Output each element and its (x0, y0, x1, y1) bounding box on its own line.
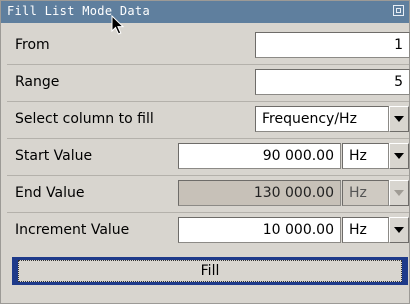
range-row: Range 5 (7, 64, 410, 102)
start-value-input[interactable]: 90 000.00 (178, 143, 341, 169)
increment-unit-select[interactable]: Hz (342, 217, 389, 243)
end-unit-value: Hz (349, 185, 367, 201)
end-label: End Value (15, 185, 85, 201)
mouse-cursor-icon (111, 15, 125, 35)
column-dropdown-arrow-icon[interactable] (389, 106, 409, 132)
form-panel: From 1 Range 5 Select column to fill Fre… (7, 27, 410, 251)
window-restore-icon[interactable] (393, 5, 404, 16)
column-select-value: Frequency/Hz (262, 111, 357, 127)
end-unit-dropdown-arrow-icon (389, 180, 409, 206)
start-unit-dropdown-arrow-icon[interactable] (389, 143, 409, 169)
start-row: Start Value 90 000.00 Hz (7, 138, 409, 176)
end-row: End Value 130 000.00 Hz (7, 175, 409, 213)
start-label: Start Value (15, 148, 93, 164)
from-row: From 1 (7, 27, 410, 65)
fill-button-label: Fill (18, 260, 402, 282)
increment-unit-value: Hz (349, 222, 367, 238)
range-input[interactable]: 5 (255, 69, 410, 95)
start-unit-select[interactable]: Hz (342, 143, 389, 169)
fill-list-mode-dialog: Fill List Mode Data From 1 Range 5 Selec… (0, 0, 410, 304)
increment-label: Increment Value (15, 222, 130, 238)
end-value-input: 130 000.00 (178, 180, 341, 206)
dialog-title: Fill List Mode Data (7, 4, 150, 18)
fill-button[interactable]: Fill (12, 257, 408, 285)
end-unit-select: Hz (342, 180, 389, 206)
title-bar[interactable]: Fill List Mode Data (1, 1, 409, 23)
column-row: Select column to fill Frequency/Hz (7, 101, 409, 139)
from-input[interactable]: 1 (255, 32, 410, 58)
start-unit-value: Hz (349, 148, 367, 164)
increment-unit-dropdown-arrow-icon[interactable] (389, 217, 409, 243)
increment-value-input[interactable]: 10 000.00 (178, 217, 341, 243)
column-label: Select column to fill (15, 111, 154, 127)
column-select[interactable]: Frequency/Hz (255, 106, 389, 132)
range-label: Range (15, 74, 60, 90)
increment-row: Increment Value 10 000.00 Hz (7, 212, 409, 249)
from-label: From (15, 37, 50, 53)
